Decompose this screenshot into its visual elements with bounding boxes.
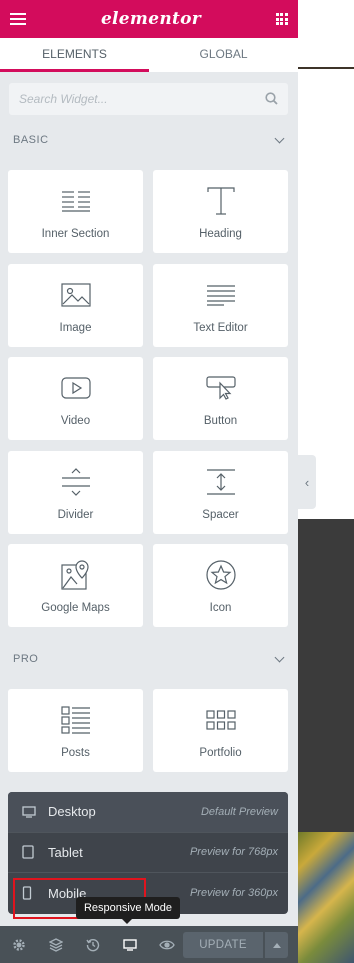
responsive-option-desktop[interactable]: Desktop Default Preview: [8, 792, 288, 833]
responsive-option-desc: Default Preview: [200, 805, 278, 818]
heading-icon: [206, 186, 236, 216]
google-maps-icon: [60, 560, 91, 590]
elementor-logo: elementor: [100, 9, 202, 29]
widget-label: Spacer: [202, 509, 239, 521]
update-button[interactable]: UPDATE: [183, 932, 263, 958]
section-pro-header[interactable]: PRO: [13, 652, 285, 666]
text-editor-icon: [206, 280, 236, 310]
widget-text-editor[interactable]: Text Editor: [153, 264, 288, 347]
settings-icon[interactable]: [0, 926, 37, 963]
button-icon: [205, 373, 236, 403]
chevron-down-icon: [274, 652, 285, 662]
widget-button[interactable]: Button: [153, 357, 288, 440]
widget-label: Inner Section: [41, 228, 110, 240]
widget-image[interactable]: Image: [8, 264, 143, 347]
widget-label: Heading: [199, 228, 242, 240]
responsive-mode-tooltip: Responsive Mode: [76, 897, 180, 924]
widget-posts[interactable]: Posts: [8, 689, 143, 772]
widget-label: Posts: [61, 747, 90, 759]
responsive-option-label: Desktop: [48, 804, 96, 820]
chevron-left-icon: ‹: [304, 474, 310, 490]
widget-label: Image: [59, 322, 92, 334]
widget-portfolio[interactable]: Portfolio: [153, 689, 288, 772]
section-title: PRO: [13, 653, 39, 665]
tablet-icon: [22, 845, 42, 860]
tab-elements[interactable]: ELEMENTS: [0, 38, 149, 72]
panel-footer: UPDATE: [0, 926, 298, 963]
responsive-option-desc: Preview for 360px: [189, 887, 278, 900]
menu-icon[interactable]: [10, 13, 26, 25]
section-title: BASIC: [13, 134, 49, 146]
panel-tabs: ELEMENTS GLOBAL: [0, 38, 298, 72]
navigator-icon[interactable]: [37, 926, 74, 963]
tab-global[interactable]: GLOBAL: [149, 38, 298, 72]
section-basic-header[interactable]: BASIC: [13, 133, 285, 147]
widget-label: Google Maps: [41, 602, 110, 614]
preview-dark-section: [298, 519, 354, 832]
preview-image: [298, 832, 354, 963]
desktop-icon: [22, 806, 42, 818]
responsive-icon[interactable]: [111, 926, 148, 963]
chevron-down-icon: [274, 133, 285, 143]
widget-label: Portfolio: [199, 747, 242, 759]
widget-video[interactable]: Video: [8, 357, 143, 440]
responsive-option-label: Tablet: [48, 844, 83, 860]
widget-label: Text Editor: [193, 322, 248, 334]
responsive-option-tablet[interactable]: Tablet Preview for 768px: [8, 833, 288, 874]
widget-label: Icon: [209, 602, 232, 614]
search-input[interactable]: [9, 83, 288, 115]
video-icon: [60, 373, 91, 403]
responsive-option-desc: Preview for 768px: [189, 846, 278, 859]
star-icon: [205, 560, 236, 590]
collapse-panel-button[interactable]: ‹: [298, 455, 316, 509]
mobile-icon: [22, 886, 42, 901]
widget-spacer[interactable]: Spacer: [153, 451, 288, 534]
preview-divider: [298, 67, 354, 69]
divider-icon: [61, 467, 91, 497]
responsive-mode-menu: Desktop Default Preview Tablet Preview f…: [8, 792, 288, 914]
panel-header: elementor: [0, 0, 298, 38]
widget-google-maps[interactable]: Google Maps: [8, 544, 143, 627]
image-icon: [60, 280, 91, 310]
widget-icon[interactable]: Icon: [153, 544, 288, 627]
widget-inner-section[interactable]: Inner Section: [8, 170, 143, 253]
update-options-button[interactable]: [265, 932, 288, 958]
widgets-grid-icon[interactable]: [275, 13, 288, 25]
caret-up-icon: [272, 942, 281, 948]
search-icon: [265, 92, 278, 105]
widget-label: Video: [60, 415, 91, 427]
widget-label: Divider: [57, 509, 94, 521]
preview-icon[interactable]: [148, 926, 185, 963]
editor-panel: elementor ELEMENTS GLOBAL BASIC Inner Se…: [0, 0, 298, 963]
spacer-icon: [206, 467, 236, 497]
widget-label: Button: [203, 415, 238, 427]
widget-divider[interactable]: Divider: [8, 451, 143, 534]
history-icon[interactable]: [74, 926, 111, 963]
search-box: [9, 83, 288, 115]
widget-heading[interactable]: Heading: [153, 170, 288, 253]
portfolio-icon: [205, 705, 236, 735]
posts-icon: [60, 705, 91, 735]
inner-section-icon: [61, 186, 91, 216]
